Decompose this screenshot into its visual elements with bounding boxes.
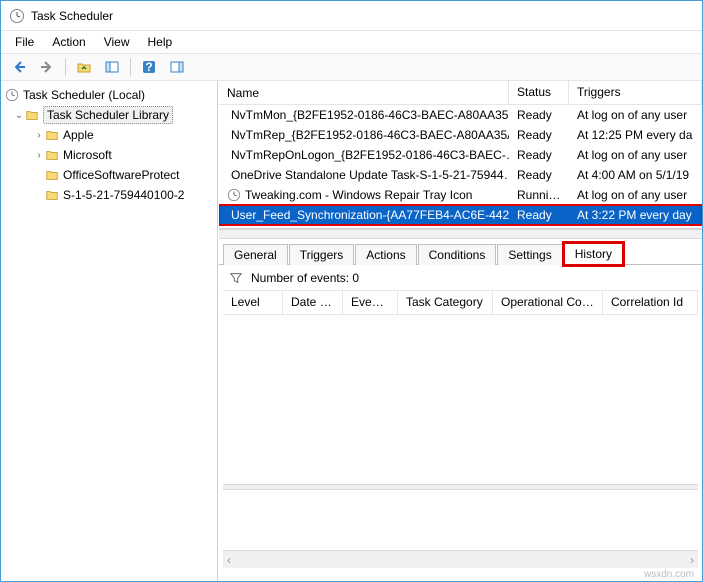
tree-root-label: Task Scheduler (Local): [23, 88, 145, 102]
tree-lib[interactable]: ⌄ Task Scheduler Library: [5, 105, 217, 125]
history-pane: Number of events: 0 Level Date a… Event……: [219, 265, 702, 581]
menu-action[interactable]: Action: [44, 33, 93, 51]
back-button[interactable]: [7, 56, 31, 78]
tree-item-label: Apple: [63, 128, 94, 142]
tree-item[interactable]: OfficeSoftwareProtect: [5, 165, 217, 185]
toolbar: ?: [1, 53, 702, 81]
tree-item-label: OfficeSoftwareProtect: [63, 168, 180, 182]
window-title: Task Scheduler: [31, 9, 113, 23]
right-pane: Name Status Triggers NvTmMon_{B2FE1952-0…: [218, 81, 702, 581]
tab-actions[interactable]: Actions: [355, 244, 416, 265]
expand-icon[interactable]: ›: [33, 130, 45, 141]
detail-tabs: General Triggers Actions Conditions Sett…: [219, 239, 702, 265]
tree-item[interactable]: S-1-5-21-759440100-2: [5, 185, 217, 205]
col-status[interactable]: Status: [509, 81, 569, 104]
task-row[interactable]: NvTmRepOnLogon_{B2FE1952-0186-46C3-BAEC-…: [219, 145, 702, 165]
hcol-opcode[interactable]: Operational Code: [493, 291, 603, 314]
menu-help[interactable]: Help: [140, 33, 181, 51]
tab-settings[interactable]: Settings: [497, 244, 562, 265]
tab-history[interactable]: History: [564, 243, 623, 265]
pane-toggle-button[interactable]: [100, 56, 124, 78]
toolbar-separator: [130, 58, 131, 76]
hcol-taskcat[interactable]: Task Category: [398, 291, 493, 314]
tree-item-label: S-1-5-21-759440100-2: [63, 188, 184, 202]
up-folder-button[interactable]: [72, 56, 96, 78]
event-detail: [223, 490, 698, 550]
forward-button[interactable]: [35, 56, 59, 78]
hcol-event[interactable]: Event…: [343, 291, 398, 314]
expand-icon[interactable]: ⌄: [13, 110, 25, 121]
horizontal-splitter[interactable]: [219, 229, 702, 239]
task-rows[interactable]: NvTmMon_{B2FE1952-0186-46C3-BAEC-A80AA35…: [219, 105, 702, 228]
tree-item[interactable]: › Microsoft: [5, 145, 217, 165]
task-row[interactable]: Tweaking.com - Windows Repair Tray Icon …: [219, 185, 702, 205]
history-body: [223, 315, 698, 484]
toolbar-separator: [65, 58, 66, 76]
tree-item-label: Microsoft: [63, 148, 112, 162]
hcol-corr[interactable]: Correlation Id: [603, 291, 698, 314]
hcol-date[interactable]: Date a…: [283, 291, 343, 314]
tree-pane[interactable]: Task Scheduler (Local) ⌄ Task Scheduler …: [1, 81, 218, 581]
scroll-left-icon[interactable]: ‹: [227, 553, 231, 567]
history-filterbar: Number of events: 0: [223, 265, 698, 291]
events-count-label: Number of events: 0: [251, 271, 359, 285]
menu-file[interactable]: File: [7, 33, 42, 51]
history-columns: Level Date a… Event… Task Category Opera…: [223, 291, 698, 315]
tab-general[interactable]: General: [223, 244, 288, 265]
task-row[interactable]: NvTmRep_{B2FE1952-0186-46C3-BAEC-A80AA35…: [219, 125, 702, 145]
menu-view[interactable]: View: [96, 33, 138, 51]
col-triggers[interactable]: Triggers: [569, 81, 702, 104]
svg-text:?: ?: [145, 60, 152, 74]
hcol-level[interactable]: Level: [223, 291, 283, 314]
app-icon: [9, 8, 25, 24]
tab-triggers[interactable]: Triggers: [289, 244, 355, 265]
col-name[interactable]: Name: [219, 81, 509, 104]
tree-lib-label: Task Scheduler Library: [43, 106, 173, 124]
pane-toggle2-button[interactable]: [165, 56, 189, 78]
task-list: Name Status Triggers NvTmMon_{B2FE1952-0…: [219, 81, 702, 229]
task-columns: Name Status Triggers: [219, 81, 702, 105]
tab-conditions[interactable]: Conditions: [418, 244, 497, 265]
menu-bar: File Action View Help: [1, 31, 702, 53]
watermark: wsxdn.com: [223, 568, 698, 581]
tree-root[interactable]: Task Scheduler (Local): [5, 85, 217, 105]
task-row-selected[interactable]: User_Feed_Synchronization-{AA77FEB4-AC6E…: [219, 205, 702, 225]
help-button[interactable]: ?: [137, 56, 161, 78]
filter-icon[interactable]: [229, 271, 243, 285]
tree-item[interactable]: › Apple: [5, 125, 217, 145]
expand-icon[interactable]: ›: [33, 150, 45, 161]
task-row[interactable]: NvTmMon_{B2FE1952-0186-46C3-BAEC-A80AA35…: [219, 105, 702, 125]
history-scrollbar[interactable]: ‹›: [223, 550, 698, 568]
content-area: Task Scheduler (Local) ⌄ Task Scheduler …: [1, 81, 702, 581]
title-bar: Task Scheduler: [1, 1, 702, 31]
scroll-right-icon[interactable]: ›: [690, 553, 694, 567]
task-row[interactable]: OneDrive Standalone Update Task-S-1-5-21…: [219, 165, 702, 185]
